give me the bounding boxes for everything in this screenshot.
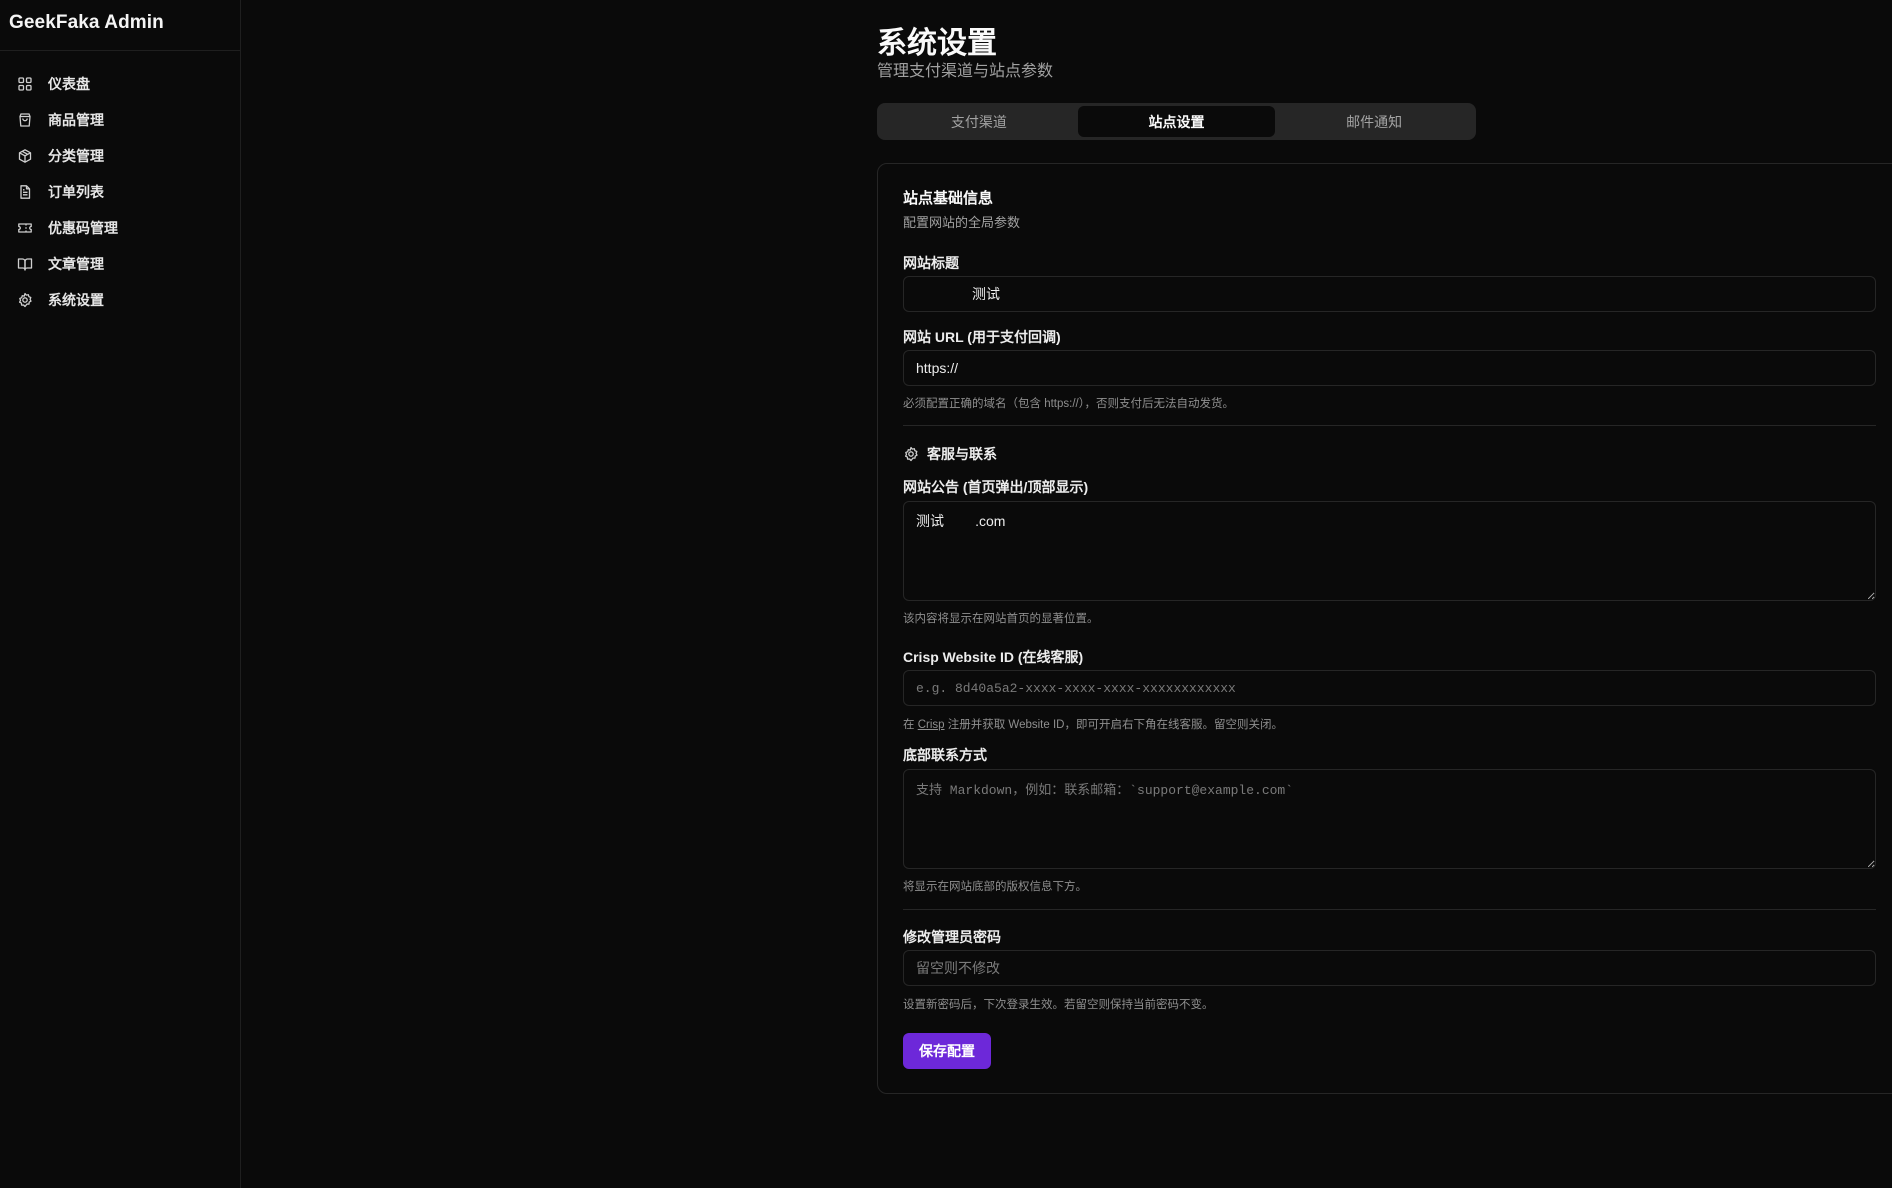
sidebar-item-label: 商品管理	[48, 112, 104, 128]
sidebar: GeekFaka Admin 仪表盘 商品管理 分类管理 订单列表 优惠码管理 …	[0, 0, 241, 1188]
site-url-hint: 必须配置正确的域名（包含 https://），否则支付后无法自动发货。	[903, 398, 1234, 410]
tab-site-settings[interactable]: 站点设置	[1077, 106, 1276, 137]
sidebar-item-categories[interactable]: 分类管理	[0, 138, 240, 174]
sidebar-item-label: 订单列表	[48, 184, 104, 200]
crisp-id-input[interactable]	[903, 670, 1876, 706]
crisp-link[interactable]: Crisp	[918, 719, 945, 731]
sidebar-item-orders[interactable]: 订单列表	[0, 174, 240, 210]
brand-title: GeekFaka Admin	[0, 0, 240, 51]
footer-contact-hint: 将显示在网站底部的版权信息下方。	[903, 881, 1087, 893]
divider	[903, 909, 1876, 910]
crisp-id-label: Crisp Website ID (在线客服)	[903, 649, 1084, 665]
sidebar-nav: 仪表盘 商品管理 分类管理 订单列表 优惠码管理 文章管理 系统设置	[0, 66, 240, 318]
admin-password-input[interactable]	[903, 950, 1876, 986]
sidebar-item-products[interactable]: 商品管理	[0, 102, 240, 138]
sidebar-item-label: 分类管理	[48, 148, 104, 164]
sidebar-item-label: 文章管理	[48, 256, 104, 272]
site-title-label: 网站标题	[903, 255, 959, 271]
package-icon	[17, 148, 33, 164]
sidebar-item-articles[interactable]: 文章管理	[0, 246, 240, 282]
file-text-icon	[17, 184, 33, 200]
settings-icon	[17, 292, 33, 308]
footer-contact-label: 底部联系方式	[903, 747, 987, 763]
sidebar-item-label: 仪表盘	[48, 76, 90, 92]
site-settings-card: 站点基础信息 配置网站的全局参数 网站标题 网站 URL (用于支付回调) 必须…	[877, 163, 1892, 1094]
page-title: 系统设置	[877, 27, 997, 60]
tab-email-notifications[interactable]: 邮件通知	[1275, 106, 1473, 137]
site-title-input[interactable]	[903, 276, 1876, 312]
ticket-icon	[17, 220, 33, 236]
announcement-label: 网站公告 (首页弹出/顶部显示)	[903, 479, 1089, 495]
settings-tabs: 支付渠道 站点设置 邮件通知	[877, 103, 1476, 140]
support-section-title: 客服与联系	[927, 446, 997, 462]
announcement-textarea[interactable]: 测试 .com	[903, 501, 1876, 601]
sidebar-item-coupons[interactable]: 优惠码管理	[0, 210, 240, 246]
crisp-hint-suffix: 注册并获取 Website ID，即可开启右下角在线客服。留空则关闭。	[944, 719, 1283, 731]
dashboard-icon	[17, 76, 33, 92]
tab-payment-channels[interactable]: 支付渠道	[880, 106, 1078, 137]
announcement-hint: 该内容将显示在网站首页的显著位置。	[903, 613, 1099, 625]
support-section-heading: 客服与联系	[903, 444, 997, 464]
divider	[903, 425, 1876, 426]
page-subtitle: 管理支付渠道与站点参数	[877, 63, 1054, 80]
settings-icon	[903, 446, 919, 462]
section-title: 站点基础信息	[903, 190, 994, 207]
site-url-input[interactable]	[903, 350, 1876, 386]
crisp-hint-prefix: 在	[903, 719, 918, 731]
admin-password-label: 修改管理员密码	[903, 929, 1001, 945]
sidebar-item-label: 优惠码管理	[48, 220, 118, 236]
crisp-hint: 在 Crisp 注册并获取 Website ID，即可开启右下角在线客服。留空则…	[903, 716, 1283, 732]
site-url-label: 网站 URL (用于支付回调)	[903, 329, 1061, 345]
section-description: 配置网站的全局参数	[903, 215, 1021, 230]
sidebar-item-dashboard[interactable]: 仪表盘	[0, 66, 240, 102]
footer-contact-textarea[interactable]	[903, 769, 1876, 869]
book-open-icon	[17, 256, 33, 272]
save-config-button[interactable]: 保存配置	[903, 1033, 991, 1069]
admin-password-hint: 设置新密码后，下次登录生效。若留空则保持当前密码不变。	[903, 999, 1214, 1011]
sidebar-item-label: 系统设置	[48, 292, 104, 308]
sidebar-item-settings[interactable]: 系统设置	[0, 282, 240, 318]
shopping-bag-icon	[17, 112, 33, 128]
